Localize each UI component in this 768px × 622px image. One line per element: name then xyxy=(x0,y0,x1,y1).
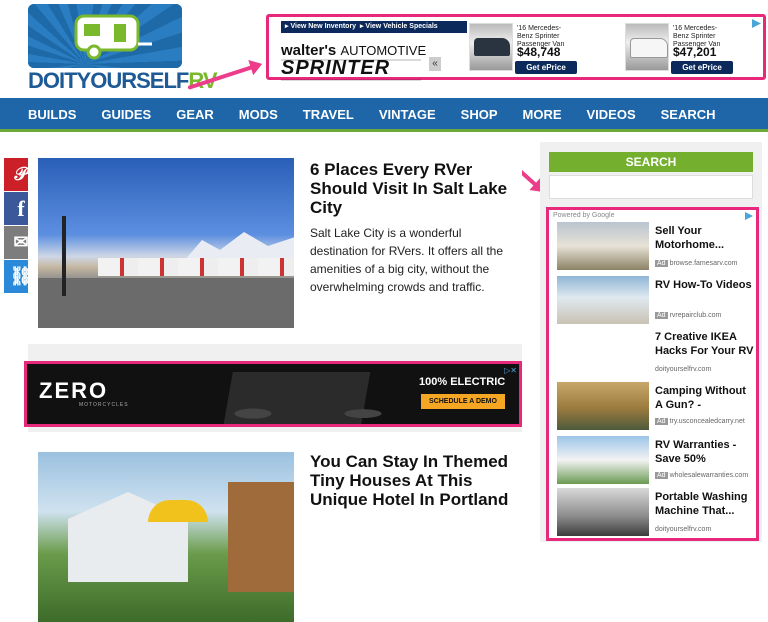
van-image xyxy=(625,23,669,71)
ad-headline[interactable]: RV Warranties - Save 50% xyxy=(655,438,755,466)
ad-thumbnail xyxy=(557,276,649,324)
logo-text: DOITYOURSELF xyxy=(28,68,189,93)
get-eprice-button[interactable]: Get ePrice xyxy=(671,61,733,74)
ad-source: doityourselfrv.com xyxy=(655,526,712,533)
powered-by-google: Powered by Google xyxy=(553,212,615,219)
sidebar-search-heading: SEARCH xyxy=(549,152,753,172)
adchoices-icon[interactable] xyxy=(752,19,761,28)
nav-item-travel[interactable]: TRAVEL xyxy=(303,98,354,132)
ad-thumbnail xyxy=(557,222,649,270)
sidebar-native-ads[interactable]: Powered by Google Sell Your Motorhome...… xyxy=(546,207,759,541)
ad-headline[interactable]: Sell Your Motorhome... xyxy=(655,224,755,252)
ad-headline: 100% ELECTRIC xyxy=(419,376,506,388)
ad-source: Ad browse.famesarv.com xyxy=(655,260,738,267)
ad-thumbnail xyxy=(557,382,649,430)
ad-source: Ad rvrepairclub.com xyxy=(655,312,722,319)
article-excerpt: Salt Lake City is a wonderful destinatio… xyxy=(310,226,503,294)
ad-headline[interactable]: RV How-To Videos xyxy=(655,278,755,292)
nav-item-search[interactable]: SEARCH xyxy=(661,98,716,132)
ad-headline[interactable]: 7 Creative IKEA Hacks For Your RV xyxy=(655,330,755,358)
nav-item-vintage[interactable]: VINTAGE xyxy=(379,98,436,132)
motorcycle-image xyxy=(187,372,407,424)
main-nav: BUILDS GUIDES GEAR MODS TRAVEL VINTAGE S… xyxy=(0,98,768,132)
logo-wordmark: DOITYOURSELFRV xyxy=(28,68,218,94)
article-title[interactable]: You Can Stay In Themed Tiny Houses At Th… xyxy=(310,452,510,509)
ad-source: Ad try.usconcealedcarry.net xyxy=(655,418,745,425)
schedule-demo-button[interactable]: SCHEDULE A DEMO xyxy=(421,394,505,409)
adchoices-icon[interactable]: ▷✕ xyxy=(504,366,517,375)
article-title[interactable]: 6 Places Every RVer Should Visit In Salt… xyxy=(310,160,510,217)
ad-van-card[interactable]: '16 Mercedes-Benz Sprinter Passenger Van… xyxy=(469,23,577,75)
ad-headline[interactable]: Portable Washing Machine That... xyxy=(655,490,755,518)
zero-logo: ZERO xyxy=(39,378,109,403)
ad-source: Ad wholesalewarranties.com xyxy=(655,472,749,479)
sidebar-search-input[interactable] xyxy=(549,175,753,199)
zero-motorcycles-ad[interactable]: ZERO MOTORCYCLES 100% ELECTRIC SCHEDULE … xyxy=(24,361,522,427)
van-price: $48,748 xyxy=(517,45,561,59)
ad-thumbnail xyxy=(557,436,649,484)
article-card[interactable]: You Can Stay In Themed Tiny Houses At Th… xyxy=(28,432,522,622)
view-inventory-link[interactable]: ▸ View New Inventory xyxy=(285,23,356,30)
ad-thumbnail xyxy=(557,488,649,536)
adchoices-icon[interactable] xyxy=(745,212,753,220)
ad-source: doityourselfrv.com xyxy=(655,366,712,373)
ad-headline[interactable]: Camping Without A Gun? - xyxy=(655,384,755,412)
top-banner-ad[interactable]: ▸ View New Inventory ▸ View Vehicle Spec… xyxy=(266,14,766,81)
get-eprice-button[interactable]: Get ePrice xyxy=(515,61,577,74)
carousel-prev-button[interactable]: « xyxy=(429,57,441,71)
zero-logo-sub: MOTORCYCLES xyxy=(79,402,129,408)
nav-item-mods[interactable]: MODS xyxy=(239,98,278,132)
van-image xyxy=(469,23,513,71)
article-card[interactable]: 6 Places Every RVer Should Visit In Salt… xyxy=(28,142,522,344)
ad-van-card[interactable]: '16 Mercedes-Benz Sprinter Passenger Van… xyxy=(625,23,733,75)
van-price: $47,201 xyxy=(673,45,717,59)
view-specials-link[interactable]: ▸ View Vehicle Specials xyxy=(360,23,438,30)
nav-item-gear[interactable]: GEAR xyxy=(176,98,214,132)
nav-item-builds[interactable]: BUILDS xyxy=(28,98,76,132)
article-thumbnail[interactable] xyxy=(38,452,294,622)
nav-item-more[interactable]: MORE xyxy=(523,98,562,132)
article-thumbnail[interactable] xyxy=(38,158,294,328)
nav-item-shop[interactable]: SHOP xyxy=(461,98,498,132)
ad-link-bar[interactable]: ▸ View New Inventory ▸ View Vehicle Spec… xyxy=(281,21,467,33)
rv-logo-icon xyxy=(28,4,182,68)
sprinter-logo: SPRINTER xyxy=(281,57,422,81)
nav-item-videos[interactable]: VIDEOS xyxy=(587,98,636,132)
site-logo[interactable]: DOITYOURSELFRV xyxy=(28,4,218,94)
nav-item-guides[interactable]: GUIDES xyxy=(101,98,151,132)
